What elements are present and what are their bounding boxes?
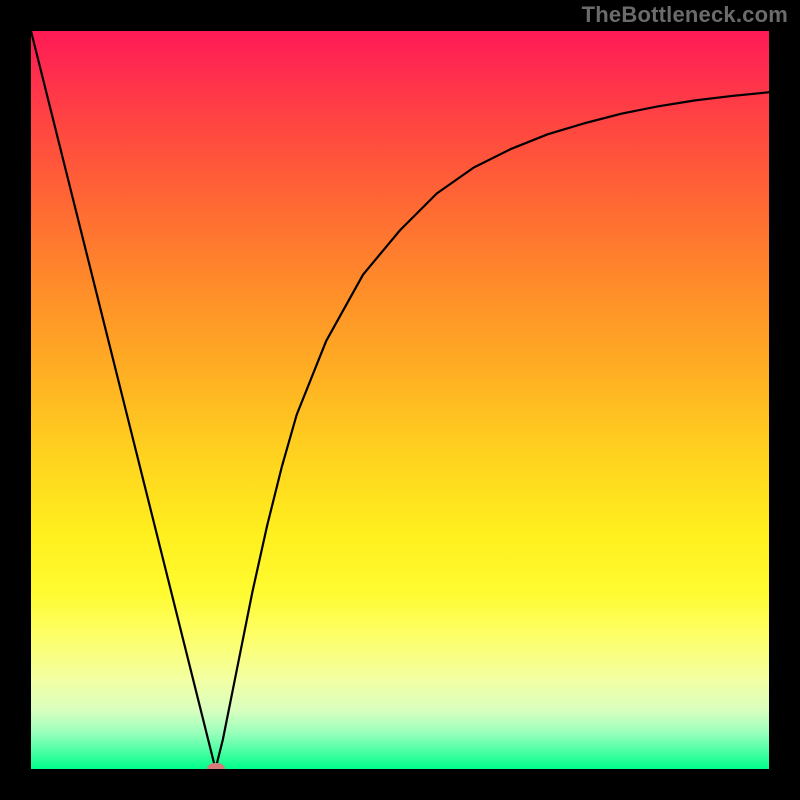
minimum-marker [207, 763, 225, 769]
plot-area [31, 31, 769, 769]
chart-frame: TheBottleneck.com [0, 0, 800, 800]
bottleneck-curve [31, 31, 769, 769]
watermark-text: TheBottleneck.com [582, 2, 788, 28]
